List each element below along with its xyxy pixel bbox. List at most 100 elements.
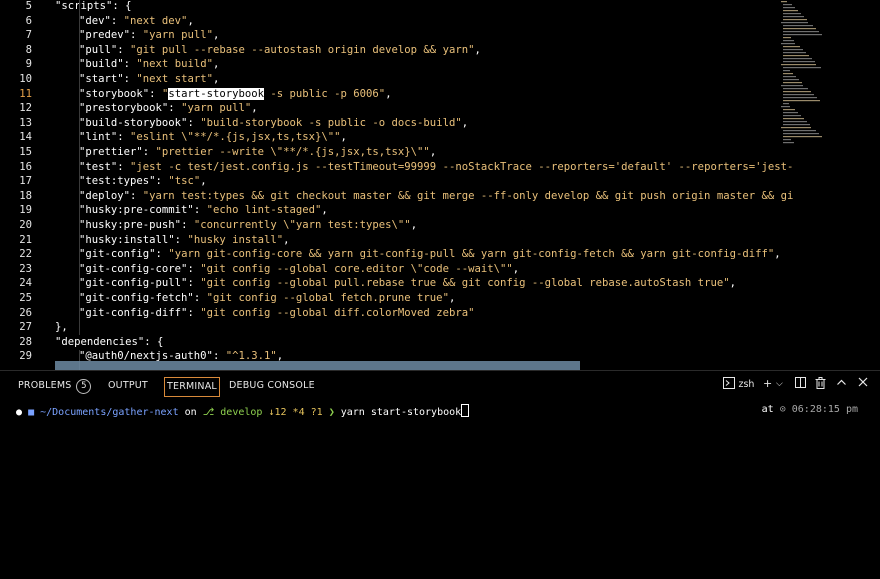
code-text: "dependencies": {	[55, 335, 164, 348]
minimap-line	[783, 34, 822, 36]
line-code: },	[55, 320, 68, 335]
minimap-line	[783, 133, 819, 135]
maximize-panel-button[interactable]	[836, 377, 847, 391]
colon: :	[117, 131, 131, 144]
git-branch: develop	[220, 407, 263, 418]
line-number: 26	[19, 306, 32, 319]
json-key: "lint"	[79, 131, 118, 144]
tab-debug-console[interactable]: DEBUG CONSOLE	[229, 379, 315, 395]
terminal-dropdown-button[interactable]: ⌵	[776, 379, 783, 389]
terminal-selector[interactable]: zsh	[723, 377, 754, 390]
colon: :	[117, 160, 131, 173]
minimap-line	[783, 82, 802, 84]
terminal-prompt[interactable]: ● ■ ~/Documents/gather-next on ⎇ develop…	[16, 404, 470, 418]
line-code: "husky:pre-commit": "echo lint-staged",	[79, 203, 328, 218]
minimap-line	[783, 58, 812, 60]
tab-problems-label: PROBLEMS	[18, 380, 72, 391]
json-value: "prettier --write \"**/*.{js,jsx,ts,tsx}…	[155, 146, 430, 158]
line-number: 24	[19, 277, 32, 290]
line-code: "git-config-diff": "git config --global …	[79, 306, 474, 321]
json-key: "git-config-pull"	[79, 277, 188, 290]
json-key: "predev"	[79, 29, 131, 42]
chevron-down-icon: ⌵	[776, 379, 783, 389]
punctuation: ,	[474, 43, 481, 56]
minimap-line	[783, 31, 819, 33]
tab-output[interactable]: OUTPUT	[108, 379, 148, 395]
colon: :	[193, 204, 207, 217]
indent-guide	[79, 0, 80, 335]
colon: :	[187, 306, 201, 319]
minimap-line	[781, 64, 816, 66]
minimap-line	[783, 49, 803, 51]
minimap-line	[783, 139, 791, 141]
line-number: 28	[19, 335, 32, 348]
line-number: 10	[19, 73, 32, 85]
punctuation: ,	[212, 29, 220, 42]
json-key: "git-config-diff"	[79, 306, 188, 319]
json-key: "dev"	[79, 14, 111, 27]
json-key: "prestorybook"	[79, 102, 169, 115]
punctuation: ,	[212, 58, 220, 71]
minimap-line	[783, 136, 822, 138]
colon: :	[117, 43, 131, 56]
line-code: "build-storybook": "build-storybook -s p…	[79, 116, 468, 131]
chevron-up-icon	[837, 379, 846, 385]
tab-terminal[interactable]: TERMINAL	[164, 377, 220, 397]
line-code: "prettier": "prettier --write \"**/*.{js…	[79, 145, 436, 160]
json-key: "test:types"	[79, 175, 156, 188]
colon: :	[123, 58, 137, 71]
json-value: "git pull --rebase --autostash origin de…	[130, 43, 475, 56]
line-number: 8	[25, 43, 32, 56]
minimap-line	[783, 103, 789, 105]
colon: :	[110, 14, 124, 27]
line-number: 13	[19, 116, 32, 129]
json-key: "husky:install"	[79, 233, 175, 246]
split-terminal-button[interactable]	[795, 377, 806, 391]
selection-highlight	[55, 361, 580, 370]
colon: :	[142, 146, 156, 158]
code-editor[interactable]: 5 "scripts": {6 "dev": "next dev", 7 "predev…	[0, 0, 880, 370]
new-terminal-button[interactable]: +	[763, 377, 772, 390]
minimap-line	[783, 16, 804, 18]
minimap-line	[783, 142, 794, 144]
line-code: "build": "next build",	[79, 57, 219, 72]
line-code: "lint": "eslint \"**/*.{js,jsx,ts,tsx}\"…	[79, 130, 347, 145]
split-icon	[795, 377, 806, 388]
punctuation: ,	[729, 277, 736, 290]
line-code: "pull": "git pull --rebase --autostash o…	[79, 43, 481, 58]
line-code: "prestorybook": "yarn pull",	[79, 101, 258, 116]
minimap[interactable]	[781, 0, 826, 150]
tab-terminal-label: TERMINAL	[167, 381, 217, 392]
terminal-panel: PROBLEMS 5 OUTPUT TERMINAL DEBUG CONSOLE …	[0, 370, 880, 579]
line-code: "dependencies": {	[55, 335, 163, 350]
minimap-line	[783, 130, 816, 132]
line-code: "test:types": "tsc",	[79, 174, 207, 189]
minimap-line	[783, 121, 807, 123]
minimap-line	[783, 88, 808, 90]
apple-icon: ●	[16, 407, 23, 418]
highlighted-text: start-storybook	[168, 87, 264, 100]
close-panel-button[interactable]	[858, 377, 868, 390]
minimap-line	[783, 118, 804, 120]
json-key: "git-config-fetch"	[79, 292, 194, 304]
json-value: "build-storybook -s public -o docs-build…	[200, 116, 462, 129]
punctuation: ,	[200, 175, 207, 188]
colon: :	[155, 248, 169, 261]
minimap-line	[783, 94, 814, 96]
colon: :	[187, 116, 201, 129]
line-code: "scripts": {	[55, 0, 132, 14]
minimap-line	[783, 112, 798, 114]
punctuation: ,	[283, 233, 290, 246]
json-key: "storybook"	[79, 87, 150, 100]
minimap-line	[783, 46, 800, 48]
line-code: "git-config-pull": "git config --global …	[79, 276, 736, 291]
prompt-at: at	[761, 404, 774, 415]
tab-problems[interactable]: PROBLEMS 5	[18, 379, 92, 395]
punctuation: ,	[448, 292, 456, 304]
json-value: "git config --global diff.colorMoved zeb…	[200, 306, 475, 319]
punctuation: ,	[187, 14, 194, 27]
line-code: "test": "jest -c test/jest.config.js --t…	[79, 160, 793, 175]
kill-terminal-button[interactable]	[815, 377, 826, 392]
line-number: 9	[25, 58, 32, 71]
json-value: -s public -p 6006"	[264, 87, 386, 100]
